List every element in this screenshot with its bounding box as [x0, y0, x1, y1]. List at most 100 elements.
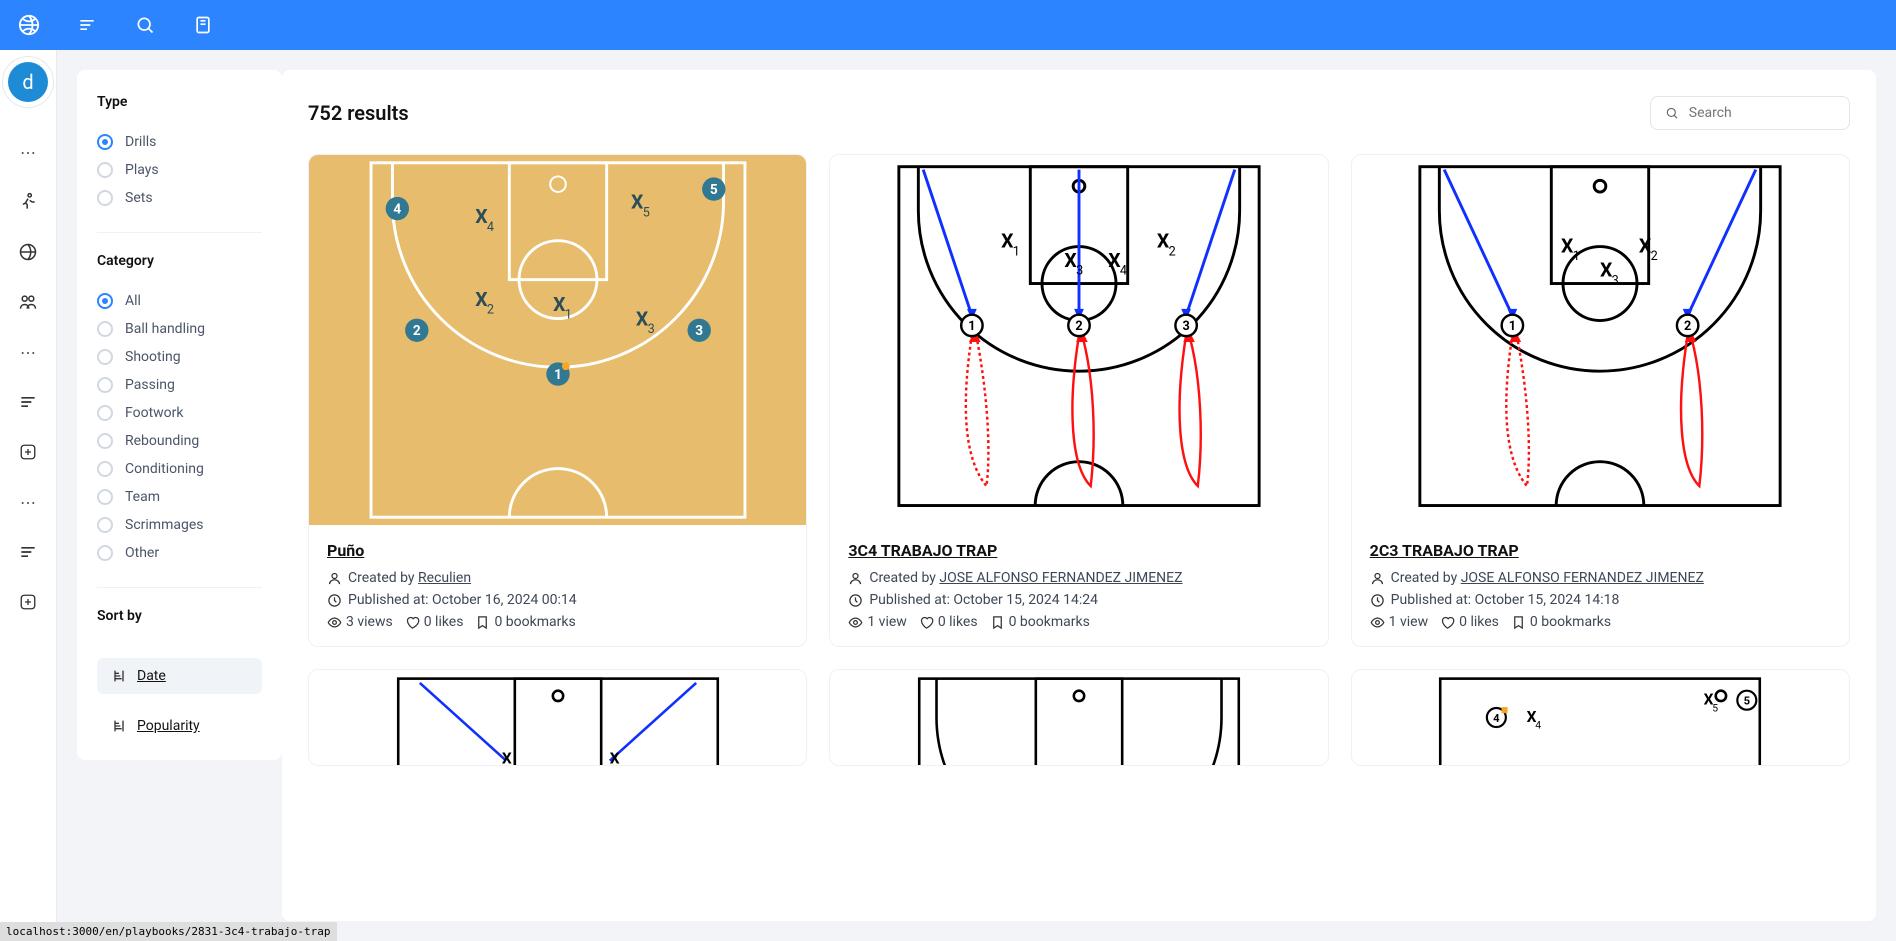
bookmark-icon — [1511, 615, 1526, 630]
card-author-link[interactable]: Reculien — [418, 570, 471, 586]
radio-icon — [97, 517, 113, 533]
svg-text:2: 2 — [487, 303, 494, 318]
main-panel: 752 results 45231 X4X5X2X3X1 Puño Create… — [282, 70, 1876, 921]
menu-lines-icon[interactable] — [76, 14, 98, 36]
card-thumbnail: 45231 X4X5X2X3X1 — [309, 155, 806, 525]
rail-sort-icon[interactable] — [16, 390, 40, 414]
logo-basketball-icon[interactable] — [18, 14, 40, 36]
card-title[interactable]: Puño — [327, 541, 788, 560]
heart-icon — [919, 615, 934, 630]
result-card[interactable]: 45231 X4X5X2X3X1 Puño Created by Reculie… — [308, 154, 807, 647]
search-box[interactable] — [1650, 96, 1850, 130]
result-card[interactable]: 12X1X2X3 2C3 TRABAJO TRAP Created by JOS… — [1351, 154, 1850, 647]
category-label: Conditioning — [125, 461, 204, 477]
svg-text:X: X — [609, 749, 619, 765]
rail-more3-icon[interactable]: ⋯ — [16, 490, 40, 514]
result-card-truncated[interactable]: XX — [308, 669, 807, 766]
sort-popularity-label: Popularity — [137, 718, 200, 734]
user-icon — [848, 571, 863, 586]
rail-more2-icon[interactable]: ⋯ — [16, 340, 40, 364]
svg-text:5: 5 — [642, 205, 649, 220]
category-label: All — [125, 293, 141, 309]
type-option-plays[interactable]: Plays — [97, 156, 262, 184]
svg-text:3: 3 — [695, 323, 703, 339]
category-label: Team — [125, 489, 160, 505]
svg-text:1: 1 — [1509, 319, 1516, 334]
search-icon[interactable] — [134, 14, 156, 36]
category-option-ball-handling[interactable]: Ball handling — [97, 315, 262, 343]
card-stats: 3 views 0 likes 0 bookmarks — [327, 614, 788, 630]
svg-text:1: 1 — [554, 367, 562, 383]
clock-icon — [327, 593, 342, 608]
radio-icon — [97, 293, 113, 309]
book-icon[interactable] — [192, 14, 214, 36]
type-option-drills[interactable]: Drills — [97, 128, 262, 156]
category-option-shooting[interactable]: Shooting — [97, 343, 262, 371]
radio-icon — [97, 461, 113, 477]
search-input[interactable] — [1689, 105, 1835, 121]
svg-text:2: 2 — [1651, 249, 1658, 264]
icon-rail: d ⋯ ⋯ ⋯ — [0, 50, 57, 941]
card-author-row: Created by JOSE ALFONSO FERNANDEZ JIMENE… — [848, 570, 1309, 586]
category-heading: Category — [97, 253, 262, 269]
category-option-passing[interactable]: Passing — [97, 371, 262, 399]
radio-icon — [97, 190, 113, 206]
rail-team-icon[interactable] — [16, 290, 40, 314]
card-author-link[interactable]: JOSE ALFONSO FERNANDEZ JIMENEZ — [939, 570, 1182, 586]
user-icon — [327, 571, 342, 586]
rail-run-icon[interactable] — [16, 190, 40, 214]
svg-text:5: 5 — [710, 182, 718, 198]
category-option-rebounding[interactable]: Rebounding — [97, 427, 262, 455]
status-bar: localhost:3000/en/playbooks/2831-3c4-tra… — [0, 922, 337, 941]
result-card-truncated[interactable] — [829, 669, 1328, 766]
sort-popularity-button[interactable]: Popularity — [97, 716, 262, 736]
svg-text:5: 5 — [1744, 695, 1750, 708]
radio-icon — [97, 162, 113, 178]
sort-date-button[interactable]: Date — [97, 658, 262, 694]
card-published-row: Published at: October 16, 2024 00:14 — [327, 592, 788, 608]
radio-icon — [97, 405, 113, 421]
avatar[interactable]: d — [8, 62, 48, 102]
clock-icon — [1370, 593, 1385, 608]
category-label: Scrimmages — [125, 517, 203, 533]
card-author-link[interactable]: JOSE ALFONSO FERNANDEZ JIMENEZ — [1461, 570, 1704, 586]
rail-more-icon[interactable]: ⋯ — [16, 140, 40, 164]
svg-text:5: 5 — [1713, 701, 1719, 714]
results-count: 752 results — [308, 101, 409, 125]
category-option-team[interactable]: Team — [97, 483, 262, 511]
rail-add2-icon[interactable] — [16, 590, 40, 614]
category-label: Passing — [125, 377, 175, 393]
svg-text:4: 4 — [1120, 264, 1127, 279]
bookmark-icon — [475, 615, 490, 630]
radio-icon — [97, 489, 113, 505]
category-label: Rebounding — [125, 433, 199, 449]
svg-text:1: 1 — [1573, 249, 1580, 264]
category-option-scrimmages[interactable]: Scrimmages — [97, 511, 262, 539]
heart-icon — [1440, 615, 1455, 630]
bookmark-icon — [990, 615, 1005, 630]
rail-sort2-icon[interactable] — [16, 540, 40, 564]
sort-heading: Sort by — [97, 608, 262, 624]
svg-text:3: 3 — [1612, 274, 1619, 289]
type-label: Sets — [125, 190, 153, 206]
rail-add-icon[interactable] — [16, 440, 40, 464]
card-author-row: Created by JOSE ALFONSO FERNANDEZ JIMENE… — [1370, 570, 1831, 586]
rail-basketball-icon[interactable] — [16, 240, 40, 264]
card-thumbnail: 123X1X3X4X2 — [830, 155, 1327, 525]
category-label: Footwork — [125, 405, 184, 421]
card-published-row: Published at: October 15, 2024 14:18 — [1370, 592, 1831, 608]
category-option-other[interactable]: Other — [97, 539, 262, 567]
category-option-footwork[interactable]: Footwork — [97, 399, 262, 427]
svg-text:1: 1 — [564, 308, 571, 323]
category-option-conditioning[interactable]: Conditioning — [97, 455, 262, 483]
result-card-truncated[interactable]: 45 X4 X5 — [1351, 669, 1850, 766]
category-label: Ball handling — [125, 321, 205, 337]
type-option-sets[interactable]: Sets — [97, 184, 262, 212]
result-card[interactable]: 123X1X3X4X2 3C4 TRABAJO TRAP Created by … — [829, 154, 1328, 647]
radio-icon — [97, 321, 113, 337]
svg-text:4: 4 — [393, 201, 401, 217]
card-title[interactable]: 2C3 TRABAJO TRAP — [1370, 541, 1831, 560]
card-title[interactable]: 3C4 TRABAJO TRAP — [848, 541, 1309, 560]
type-label: Drills — [125, 134, 156, 150]
category-option-all[interactable]: All — [97, 287, 262, 315]
